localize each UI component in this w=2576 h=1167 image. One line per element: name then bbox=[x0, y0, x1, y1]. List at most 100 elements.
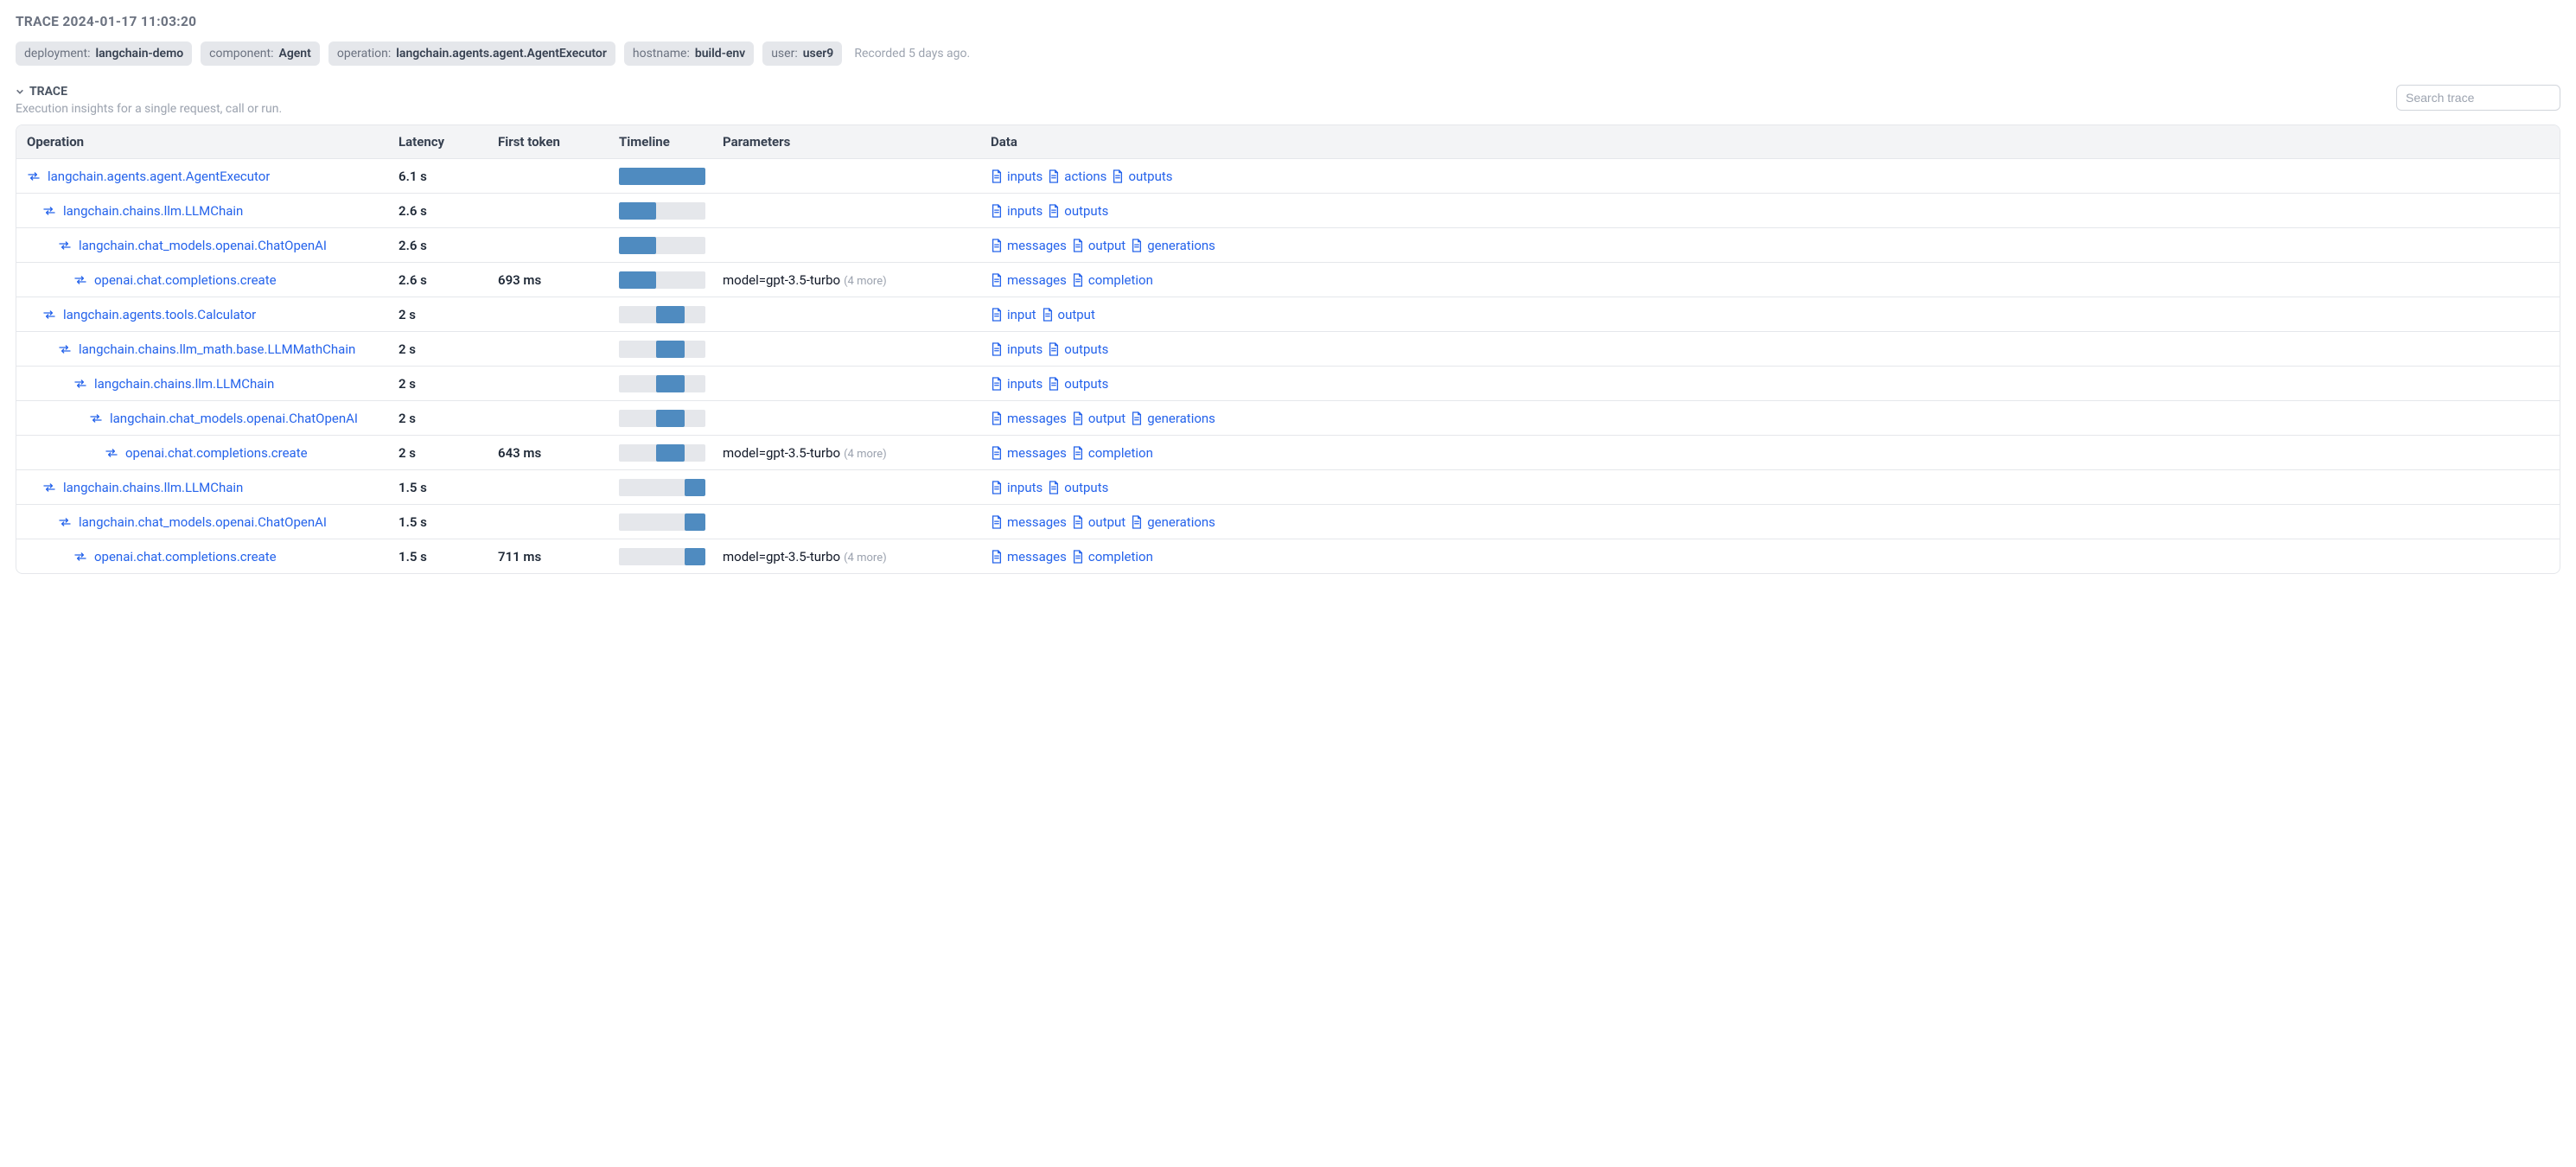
operation-cell[interactable]: langchain.chat_models.openai.ChatOpenAI bbox=[27, 238, 399, 253]
timeline-bar-track bbox=[619, 410, 705, 427]
tag[interactable]: user:user9 bbox=[762, 41, 842, 66]
col-parameters: Parameters bbox=[723, 134, 991, 150]
timeline-bar bbox=[685, 548, 705, 565]
data-link[interactable]: input bbox=[991, 307, 1036, 322]
data-link[interactable]: messages bbox=[991, 272, 1067, 288]
operation-cell[interactable]: openai.chat.completions.create bbox=[27, 445, 399, 461]
timeline-bar-track bbox=[619, 168, 705, 185]
timeline-bar-track bbox=[619, 444, 705, 462]
col-operation: Operation bbox=[27, 134, 399, 150]
tag[interactable]: deployment:langchain-demo bbox=[16, 41, 192, 66]
param-more[interactable]: (4 more) bbox=[844, 275, 887, 288]
data-link[interactable]: output bbox=[1042, 307, 1095, 322]
operation-cell[interactable]: langchain.agents.tools.Calculator bbox=[27, 307, 399, 322]
tag-row: deployment:langchain-demo component:Agent… bbox=[16, 41, 2560, 66]
col-data: Data bbox=[991, 134, 2549, 150]
chevron-down-icon bbox=[16, 87, 24, 96]
param-more[interactable]: (4 more) bbox=[844, 448, 887, 461]
swap-icon bbox=[42, 481, 56, 494]
table-row: langchain.chains.llm_math.base.LLMMathCh… bbox=[16, 331, 2560, 366]
col-first-token: First token bbox=[498, 134, 619, 150]
data-link[interactable]: completion bbox=[1072, 549, 1153, 564]
operation-cell[interactable]: langchain.chains.llm_math.base.LLMMathCh… bbox=[27, 341, 399, 357]
data-cell: messages output generations bbox=[991, 514, 2549, 530]
table-row: langchain.agents.agent.AgentExecutor6.1 … bbox=[16, 158, 2560, 193]
tag-key: operation: bbox=[337, 46, 391, 61]
data-link[interactable]: generations bbox=[1131, 238, 1215, 253]
data-link[interactable]: outputs bbox=[1112, 169, 1172, 184]
document-icon bbox=[1072, 411, 1084, 425]
document-icon bbox=[991, 273, 1003, 287]
table-row: langchain.agents.tools.Calculator2 sinpu… bbox=[16, 297, 2560, 331]
tag[interactable]: hostname:build-env bbox=[624, 41, 754, 66]
trace-table: Operation Latency First token Timeline P… bbox=[16, 124, 2560, 574]
data-link[interactable]: outputs bbox=[1048, 203, 1108, 219]
data-link[interactable]: inputs bbox=[991, 480, 1043, 495]
tag-value: build-env bbox=[695, 46, 745, 61]
table-row: langchain.chat_models.openai.ChatOpenAI2… bbox=[16, 400, 2560, 435]
data-link-label: completion bbox=[1088, 445, 1153, 461]
data-link[interactable]: generations bbox=[1131, 411, 1215, 426]
search-input[interactable] bbox=[2396, 85, 2560, 111]
operation-cell[interactable]: langchain.chains.llm.LLMChain bbox=[27, 480, 399, 495]
data-link[interactable]: outputs bbox=[1048, 376, 1108, 392]
operation-cell[interactable]: langchain.chains.llm.LLMChain bbox=[27, 376, 399, 392]
data-link[interactable]: inputs bbox=[991, 203, 1043, 219]
param-more[interactable]: (4 more) bbox=[844, 552, 887, 564]
table-header: Operation Latency First token Timeline P… bbox=[16, 125, 2560, 158]
data-link[interactable]: messages bbox=[991, 549, 1067, 564]
data-link[interactable]: generations bbox=[1131, 514, 1215, 530]
timeline-bar-track bbox=[619, 202, 705, 220]
data-link[interactable]: messages bbox=[991, 514, 1067, 530]
timeline-bar bbox=[619, 237, 656, 254]
document-icon bbox=[991, 446, 1003, 460]
data-link[interactable]: messages bbox=[991, 445, 1067, 461]
document-icon bbox=[991, 342, 1003, 356]
operation-name: openai.chat.completions.create bbox=[125, 445, 308, 461]
parameters-cell: model=gpt-3.5-turbo(4 more) bbox=[723, 445, 991, 461]
data-link[interactable]: messages bbox=[991, 238, 1067, 253]
operation-cell[interactable]: langchain.agents.agent.AgentExecutor bbox=[27, 169, 399, 184]
data-link[interactable]: outputs bbox=[1048, 341, 1108, 357]
table-row: langchain.chat_models.openai.ChatOpenAI2… bbox=[16, 227, 2560, 262]
data-link[interactable]: output bbox=[1072, 514, 1125, 530]
swap-icon bbox=[89, 411, 103, 425]
data-link[interactable]: actions bbox=[1048, 169, 1106, 184]
operation-cell[interactable]: langchain.chat_models.openai.ChatOpenAI bbox=[27, 411, 399, 426]
tag[interactable]: operation:langchain.agents.agent.AgentEx… bbox=[328, 41, 615, 66]
operation-cell[interactable]: langchain.chat_models.openai.ChatOpenAI bbox=[27, 514, 399, 530]
data-link[interactable]: outputs bbox=[1048, 480, 1108, 495]
data-link[interactable]: completion bbox=[1072, 272, 1153, 288]
data-link[interactable]: inputs bbox=[991, 376, 1043, 392]
operation-name: openai.chat.completions.create bbox=[94, 549, 277, 564]
document-icon bbox=[1131, 411, 1143, 425]
data-link-label: output bbox=[1058, 307, 1095, 322]
timeline-bar-track bbox=[619, 341, 705, 358]
data-link[interactable]: output bbox=[1072, 238, 1125, 253]
data-cell: messages completion bbox=[991, 272, 2549, 288]
tag-value: langchain-demo bbox=[96, 46, 184, 61]
operation-cell[interactable]: openai.chat.completions.create bbox=[27, 272, 399, 288]
document-icon bbox=[1072, 515, 1084, 529]
table-row: openai.chat.completions.create2.6 s693 m… bbox=[16, 262, 2560, 297]
document-icon bbox=[991, 481, 1003, 494]
timeline-bar-track bbox=[619, 548, 705, 565]
data-link[interactable]: messages bbox=[991, 411, 1067, 426]
tag-key: component: bbox=[209, 46, 273, 61]
latency-value: 2 s bbox=[399, 341, 498, 357]
latency-value: 6.1 s bbox=[399, 169, 498, 184]
first-token-value: 711 ms bbox=[498, 549, 619, 564]
section-toggle[interactable]: TRACE bbox=[16, 85, 282, 99]
data-link-label: outputs bbox=[1064, 341, 1108, 357]
tag[interactable]: component:Agent bbox=[201, 41, 320, 66]
operation-cell[interactable]: langchain.chains.llm.LLMChain bbox=[27, 203, 399, 219]
col-timeline: Timeline bbox=[619, 134, 723, 150]
page-title: TRACE 2024-01-17 11:03:20 bbox=[16, 14, 2560, 29]
data-link[interactable]: completion bbox=[1072, 445, 1153, 461]
latency-value: 2.6 s bbox=[399, 238, 498, 253]
operation-cell[interactable]: openai.chat.completions.create bbox=[27, 549, 399, 564]
data-link-label: inputs bbox=[1007, 169, 1043, 184]
data-link[interactable]: inputs bbox=[991, 341, 1043, 357]
data-link[interactable]: inputs bbox=[991, 169, 1043, 184]
data-link[interactable]: output bbox=[1072, 411, 1125, 426]
